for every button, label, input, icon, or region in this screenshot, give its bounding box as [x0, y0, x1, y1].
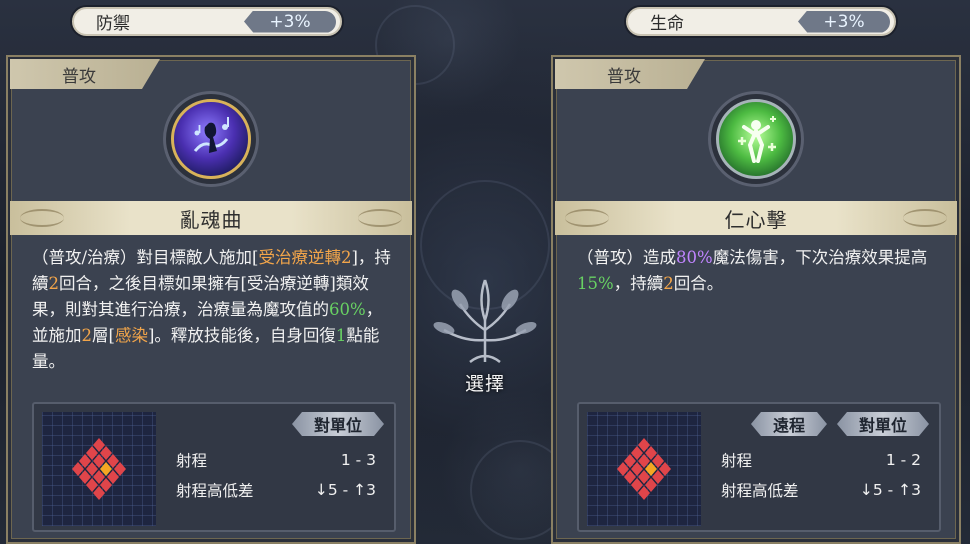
- stat-value: +3%: [798, 10, 890, 33]
- skill-tags: 對單位: [176, 412, 384, 436]
- skill-name: 亂魂曲: [179, 207, 243, 232]
- range-row: 射程 1 - 3: [176, 449, 376, 471]
- skill-card-left[interactable]: 普攻 亂魂曲 （普攻/治療）對目標敵人施加[受治療逆轉2]，持續2回合，之後目標…: [6, 55, 416, 544]
- range-row: 射程 1 - 2: [721, 449, 921, 471]
- desc-segment: 受治療逆轉: [258, 248, 342, 267]
- range-label: 射程: [721, 452, 753, 470]
- skill-type-tag: 普攻: [555, 59, 705, 89]
- skill-name-band: 亂魂曲: [10, 201, 412, 235]
- skill-description: （普攻）造成80%魔法傷害，下次治療效果提高 15%，持續2回合。: [577, 245, 937, 297]
- skill-type-tag: 普攻: [10, 59, 160, 89]
- height-diff-label: 射程高低差: [176, 482, 254, 500]
- skill-icon-frame: [708, 91, 804, 187]
- stat-bonus-hp: 生命 +3%: [626, 7, 896, 36]
- desc-segment: ]。釋放技能後，自身回復: [147, 326, 336, 345]
- stat-name: 生命: [650, 14, 684, 34]
- stat-name: 防禦: [96, 14, 130, 34]
- range-value: 1 - 3: [340, 451, 376, 469]
- tree-emblem-icon: [430, 270, 540, 370]
- range-info-box: 遠程 對單位 射程 1 - 2 射程高低差 ↓5 - ↑3: [577, 402, 941, 532]
- skill-tag: 對單位: [837, 412, 929, 436]
- desc-segment: 回合。: [673, 274, 724, 293]
- band-ornament: [903, 209, 947, 227]
- band-ornament: [565, 209, 609, 227]
- skill-icon-frame: [163, 91, 259, 187]
- desc-segment: 2: [341, 248, 352, 267]
- desc-segment: 15%: [577, 274, 614, 293]
- height-diff-row: 射程高低差 ↓5 - ↑3: [721, 479, 921, 501]
- desc-segment: （普攻/治療）對目標敵人施加[: [32, 248, 259, 267]
- range-pattern-icon: [72, 438, 126, 500]
- height-diff-label: 射程高低差: [721, 482, 799, 500]
- desc-segment: 2: [81, 326, 93, 345]
- range-value: 1 - 2: [885, 451, 921, 469]
- desc-segment: 感染: [114, 326, 148, 345]
- stat-value: +3%: [244, 10, 336, 33]
- skill-tag: 遠程: [751, 412, 827, 436]
- band-ornament: [20, 209, 64, 227]
- desc-segment: 1: [335, 326, 347, 345]
- desc-segment: 層[: [92, 326, 115, 345]
- height-diff-row: 射程高低差 ↓5 - ↑3: [176, 479, 376, 501]
- range-grid: [587, 412, 701, 526]
- music-note-silhouette-icon: [171, 99, 251, 179]
- desc-segment: 回合，之後目標如果擁有[受治療逆轉]類效果，則對其進行治療，治療量為魔攻值的: [32, 274, 369, 319]
- range-pattern-icon: [617, 438, 671, 500]
- skill-name-band: 仁心擊: [555, 201, 957, 235]
- healing-figure-icon: [716, 99, 796, 179]
- desc-segment: ，持續: [613, 274, 664, 293]
- skill-description: （普攻/治療）對目標敵人施加[受治療逆轉2]，持續2回合，之後目標如果擁有[受治…: [32, 245, 392, 375]
- desc-segment: 2: [663, 274, 674, 293]
- range-label: 射程: [176, 452, 208, 470]
- range-grid: [42, 412, 156, 526]
- desc-segment: 60%: [329, 300, 366, 319]
- skill-card-right[interactable]: 普攻 仁心擊 （普攻）造成80%魔法傷害，下次治療效果提高15%，持續2回合。 …: [551, 55, 961, 544]
- select-button[interactable]: 選擇: [455, 369, 515, 396]
- skill-name: 仁心擊: [724, 207, 788, 232]
- desc-segment: 80%: [676, 248, 713, 267]
- band-ornament: [358, 209, 402, 227]
- height-diff-value: ↓5 - ↑3: [314, 481, 376, 499]
- desc-segment: 魔法傷害，下次治療效果提高: [712, 248, 928, 267]
- skill-tags: 遠程 對單位: [721, 412, 929, 436]
- desc-segment: （普攻）造成: [577, 248, 676, 267]
- range-info-box: 對單位 射程 1 - 3 射程高低差 ↓5 - ↑3: [32, 402, 396, 532]
- desc-segment: 2: [48, 274, 60, 293]
- skill-tag: 對單位: [292, 412, 384, 436]
- stat-bonus-defense: 防禦 +3%: [72, 7, 342, 36]
- height-diff-value: ↓5 - ↑3: [859, 481, 921, 499]
